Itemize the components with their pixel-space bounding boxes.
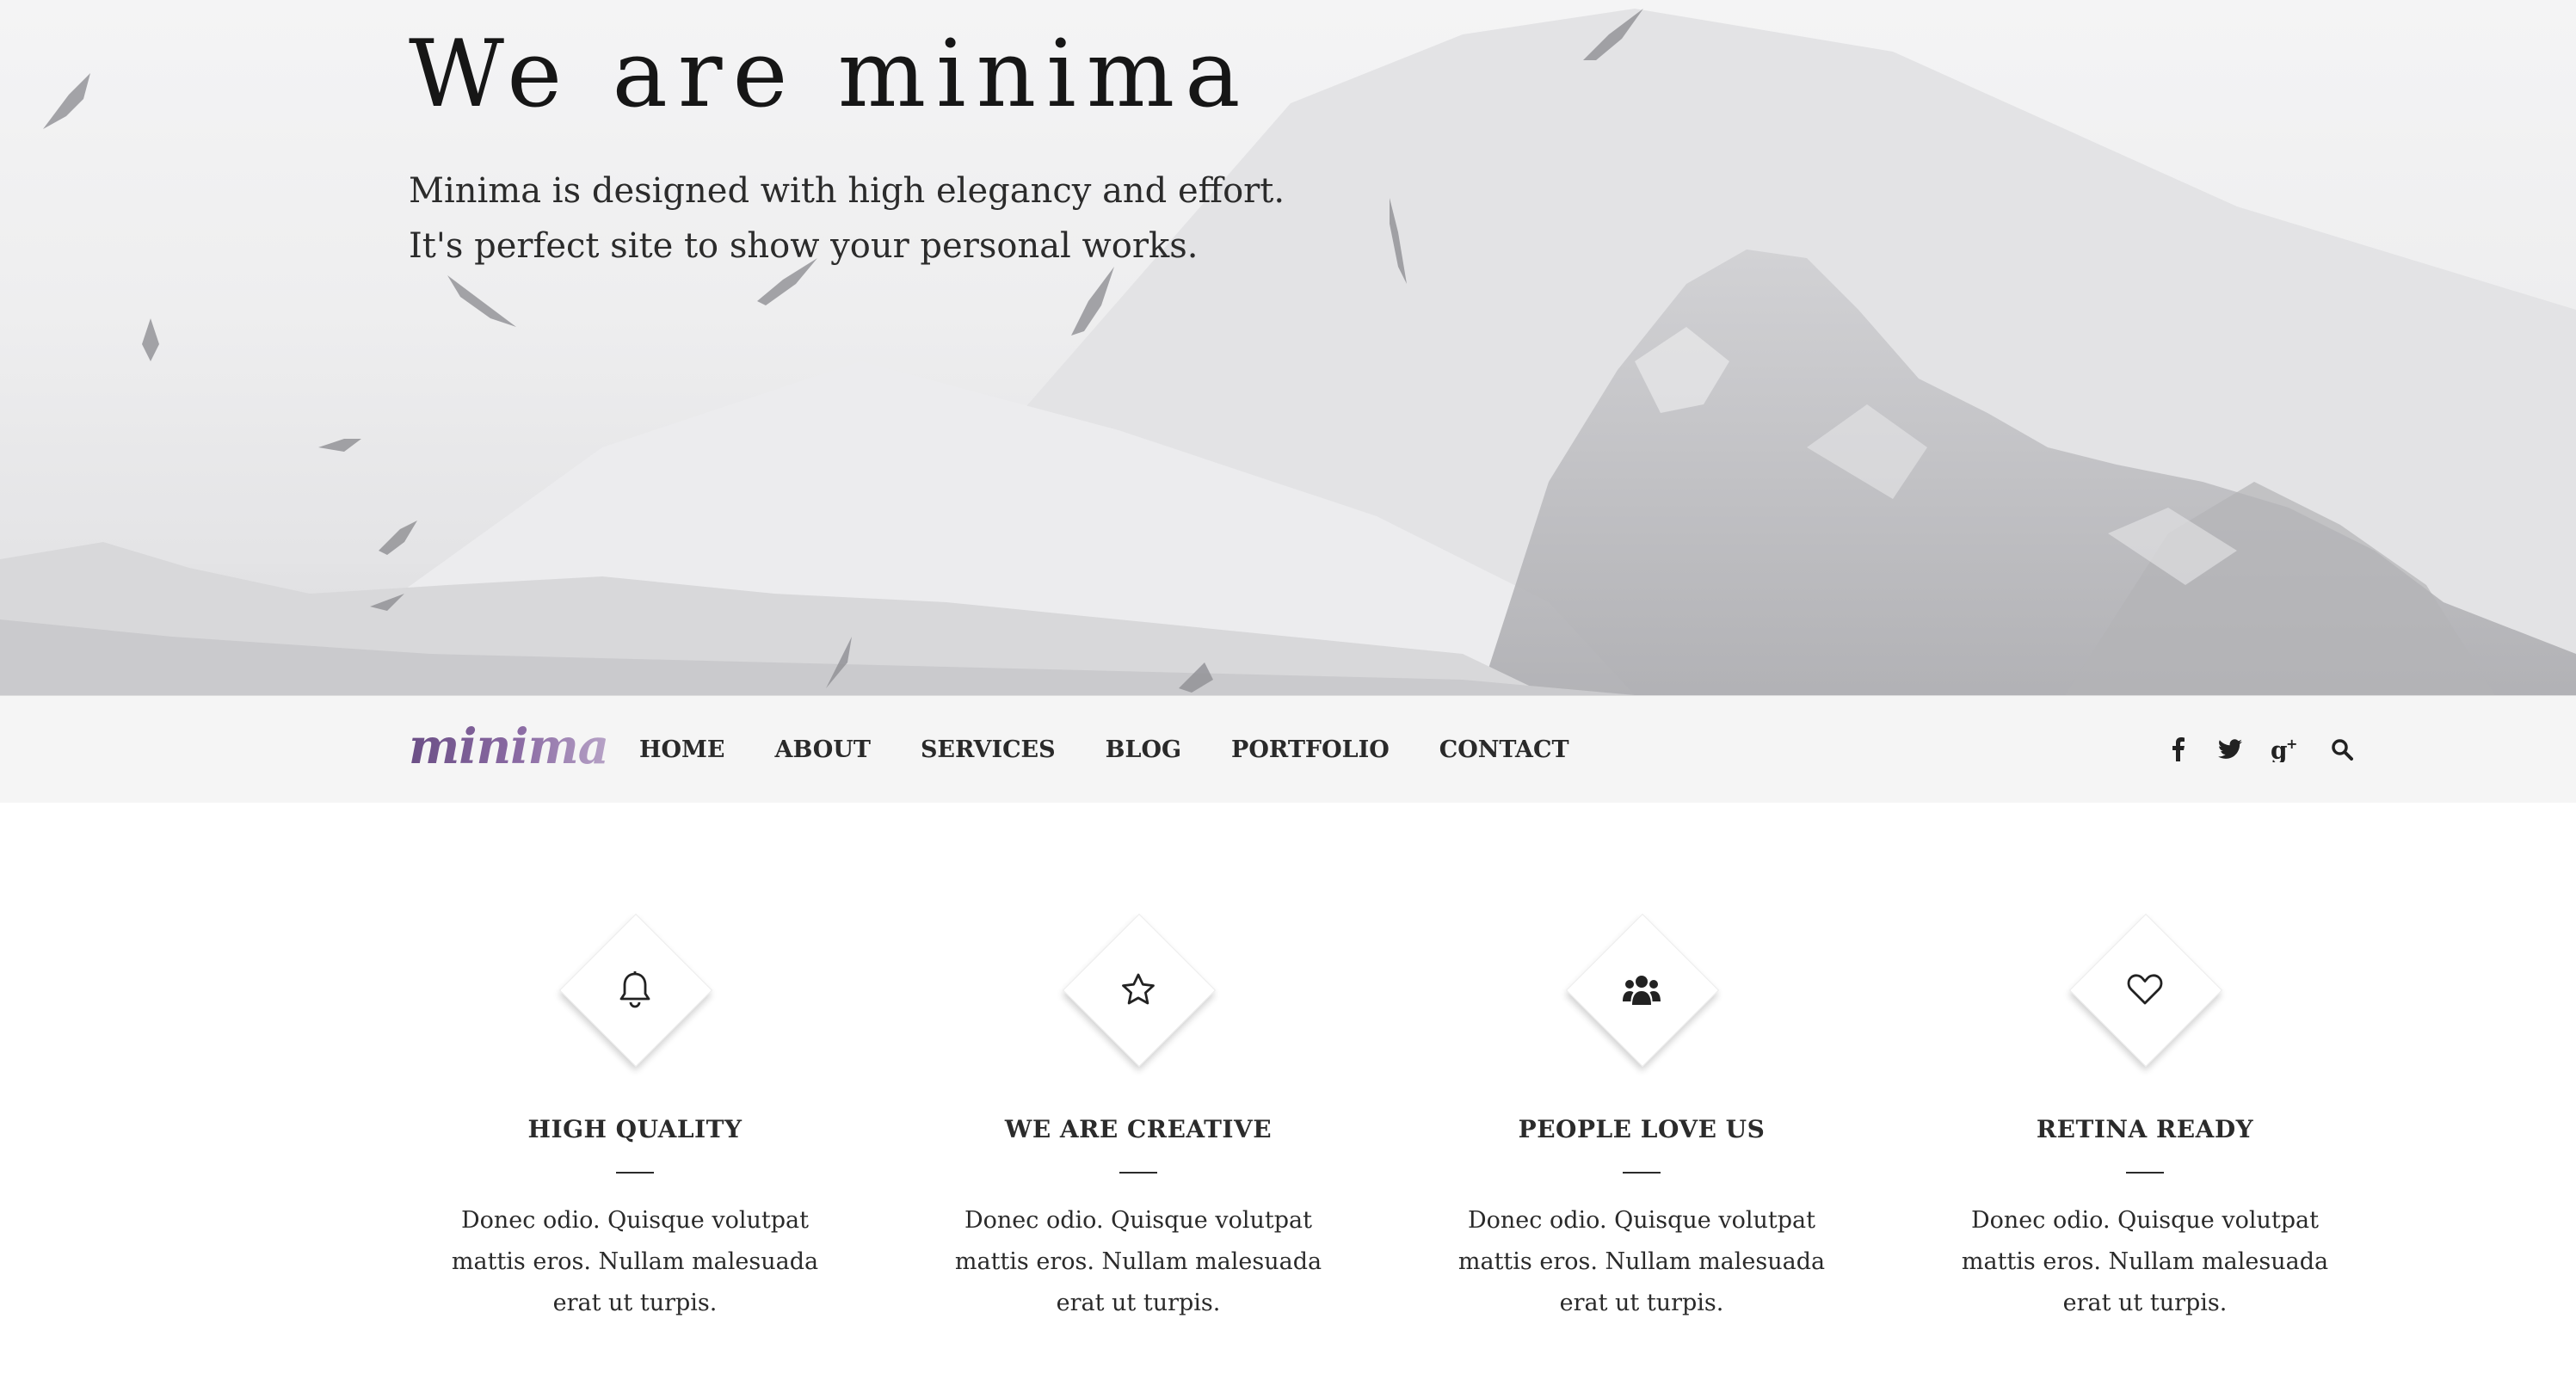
feature-title: WE ARE CREATIVE — [1004, 1115, 1273, 1143]
feature-title: PEOPLE LOVE US — [1518, 1115, 1766, 1143]
feature-description: Donec odio. Quisque volutpat mattis eros… — [1961, 1207, 2329, 1316]
feature-divider — [616, 1172, 654, 1174]
hero-subtitle-line-1: Minima is designed with high elegancy an… — [409, 171, 1285, 211]
twitter-icon[interactable] — [2213, 696, 2247, 803]
nav-menu: HOME ABOUT SERVICES BLOG PORTFOLIO CONTA… — [639, 696, 1619, 803]
feature-description: Donec odio. Quisque volutpat mattis eros… — [1457, 1207, 1826, 1316]
star-icon — [1061, 912, 1216, 1067]
nav-item-home[interactable]: HOME — [639, 736, 725, 763]
feature-description: Donec odio. Quisque volutpat mattis eros… — [954, 1207, 1322, 1316]
main-navbar: minima HOME ABOUT SERVICES BLOG PORTFOLI… — [0, 695, 2576, 803]
feature-icon-frame — [1564, 912, 1720, 1068]
feature-divider — [1623, 1172, 1661, 1174]
feature-icon-frame — [2068, 912, 2223, 1068]
nav-item-portfolio[interactable]: PORTFOLIO — [1231, 736, 1390, 763]
feature-title: RETINA READY — [2036, 1115, 2254, 1143]
feature-divider — [2126, 1172, 2164, 1174]
feature-icon-frame — [558, 912, 713, 1068]
hero-subtitle: Minima is designed with high elegancy an… — [409, 163, 1285, 274]
heart-icon — [2068, 912, 2222, 1067]
hero-subtitle-line-2: It's perfect site to show your personal … — [409, 226, 1199, 266]
nav-item-contact[interactable]: CONTACT — [1439, 736, 1569, 763]
svg-text:+: + — [2286, 736, 2297, 752]
feature-icon-frame — [1061, 912, 1217, 1068]
nav-item-about[interactable]: ABOUT — [775, 736, 871, 763]
search-icon[interactable] — [2325, 696, 2359, 803]
feature-title: HIGH QUALITY — [527, 1115, 743, 1143]
nav-item-services[interactable]: SERVICES — [921, 736, 1056, 763]
mountain-background-image — [0, 9, 2576, 695]
nav-item-blog[interactable]: BLOG — [1106, 736, 1181, 763]
feature-description: Donec odio. Quisque volutpat mattis eros… — [451, 1207, 819, 1316]
hero-banner: We are minima Minima is designed with hi… — [0, 0, 2576, 695]
google-plus-icon[interactable]: g + — [2267, 696, 2302, 803]
feature-divider — [1119, 1172, 1157, 1174]
users-icon — [1564, 912, 1719, 1067]
site-logo[interactable]: minima — [409, 718, 609, 775]
bell-icon — [558, 912, 712, 1067]
hero-title: We are minima — [409, 21, 1251, 128]
svg-text:g: g — [2271, 736, 2288, 762]
facebook-icon[interactable] — [2161, 696, 2196, 803]
